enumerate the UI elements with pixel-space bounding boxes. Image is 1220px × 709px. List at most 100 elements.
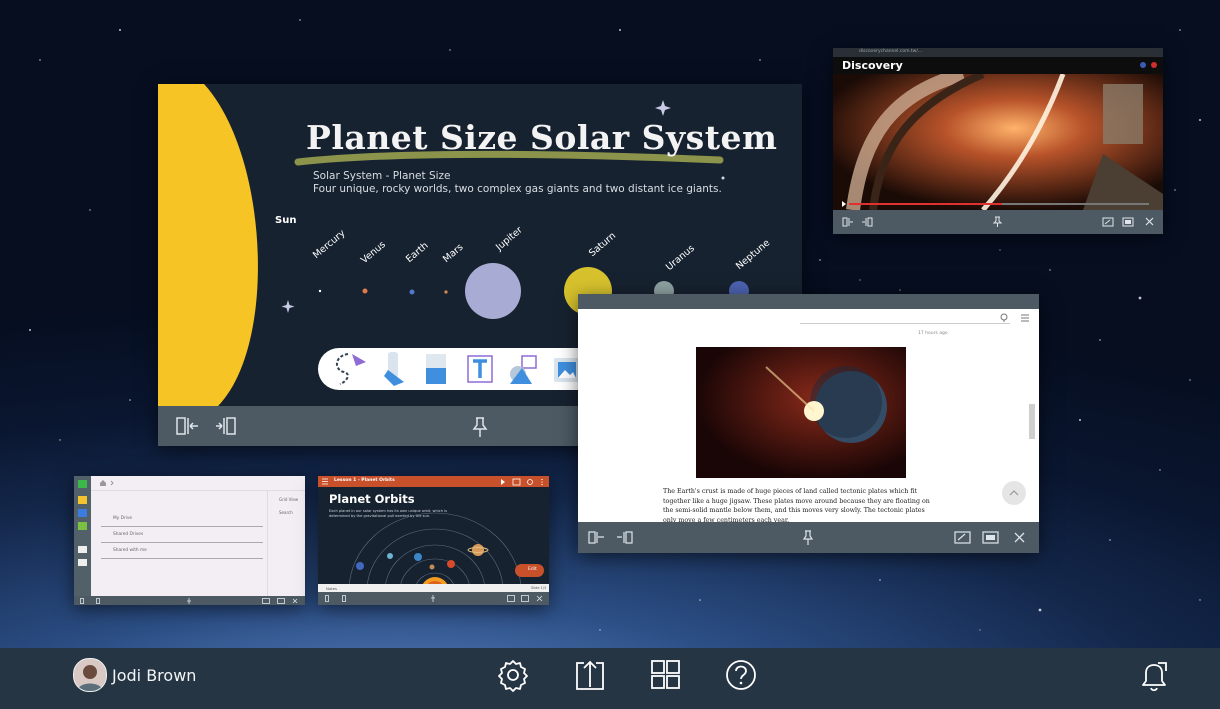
- snap-left-icon[interactable]: [588, 531, 605, 544]
- scrollbar[interactable]: [1029, 404, 1035, 439]
- restore-icon[interactable]: [262, 598, 270, 604]
- snap-left-icon[interactable]: [325, 595, 333, 602]
- progress-fill: [849, 203, 1002, 205]
- notes-label: Notes: [326, 585, 337, 591]
- app-rail: [74, 476, 91, 596]
- select-tool-icon[interactable]: [336, 353, 366, 385]
- pen-tool-icon[interactable]: [384, 352, 404, 386]
- edit-button[interactable]: Edit: [515, 564, 544, 577]
- list-item-label: My Drive: [113, 516, 133, 521]
- pin-icon[interactable]: [471, 416, 489, 438]
- planet-earth: [409, 289, 415, 295]
- snap-right-icon[interactable]: [92, 598, 100, 604]
- slide-counter: Slide 1/3: [531, 585, 547, 590]
- breadcrumb: [91, 476, 305, 491]
- list-item[interactable]: My Drive: [101, 513, 263, 527]
- pin-icon[interactable]: [993, 216, 1002, 228]
- avatar[interactable]: [73, 658, 107, 692]
- share-icon: [527, 479, 533, 485]
- browser-toolbar: discoverychannel.com.tw/...: [833, 48, 1163, 57]
- planet-orbits-window[interactable]: Lesson 1 - Planet Orbits Planet Orbits E…: [318, 476, 549, 605]
- lesson-actions: [501, 478, 543, 486]
- edit-icon: [512, 478, 521, 486]
- snap-right-icon[interactable]: [338, 595, 346, 602]
- search-bar[interactable]: [800, 313, 1010, 324]
- snap-right-icon[interactable]: [861, 217, 873, 227]
- text-tool-icon[interactable]: [467, 355, 493, 383]
- slide-subtitle: Solar System - Planet Size: [313, 170, 451, 182]
- facebook-icon[interactable]: [1140, 62, 1146, 68]
- settings-button[interactable]: [490, 655, 536, 701]
- fullscreen-icon[interactable]: [277, 598, 285, 604]
- snap-right-icon[interactable]: [214, 417, 238, 435]
- snap-right-icon[interactable]: [616, 531, 633, 544]
- eraser-tool-icon[interactable]: [426, 354, 446, 384]
- slide-title: Planet Size Solar System: [306, 118, 778, 157]
- help-button[interactable]: [718, 655, 764, 701]
- grid-view-button[interactable]: Grid View: [279, 497, 298, 502]
- close-icon[interactable]: [1014, 532, 1025, 543]
- upload-icon: [576, 660, 604, 690]
- menu-icon[interactable]: [321, 478, 329, 485]
- address-bar[interactable]: discoverychannel.com.tw/...: [859, 49, 922, 54]
- lesson-title: Lesson 1 - Planet Orbits: [334, 478, 395, 483]
- drive-window[interactable]: My Drive Shared Drives Shared with me Gr…: [74, 476, 305, 605]
- list-icon[interactable]: [78, 546, 87, 553]
- fullscreen-icon[interactable]: [982, 531, 999, 544]
- article-window[interactable]: 17 hours ago The Earth's crust is made o…: [578, 294, 1039, 553]
- pin-icon[interactable]: [430, 594, 436, 603]
- pin-icon[interactable]: [186, 597, 192, 605]
- discovery-logo: Discovery: [842, 59, 903, 72]
- restore-icon[interactable]: [1102, 217, 1114, 227]
- window-control-bar: [833, 210, 1163, 234]
- search-icon[interactable]: [999, 313, 1009, 323]
- list-item-label: Shared with me: [113, 548, 147, 553]
- restore-icon[interactable]: [507, 595, 515, 602]
- snap-left-icon[interactable]: [842, 217, 854, 227]
- edit-label: Edit: [528, 567, 537, 572]
- window-grid-button[interactable]: [642, 655, 688, 701]
- window-control-bar: [74, 596, 305, 605]
- scroll-top-button[interactable]: [1002, 481, 1026, 505]
- list-item[interactable]: Shared with me: [101, 545, 263, 559]
- planet-jupiter: [465, 263, 521, 319]
- list-item[interactable]: Shared Drives: [101, 529, 263, 543]
- user-name[interactable]: Jodi Brown: [112, 666, 196, 685]
- snap-left-icon[interactable]: [176, 417, 200, 435]
- planet-mars: [444, 290, 448, 294]
- chevron-up-icon: [1009, 490, 1019, 496]
- close-icon[interactable]: [1145, 217, 1154, 226]
- window-control-bar: [578, 522, 1039, 553]
- search-button[interactable]: Search: [279, 510, 293, 515]
- home-icon[interactable]: [99, 479, 115, 487]
- share-screen-button[interactable]: [567, 655, 613, 701]
- planet-mercury: [318, 289, 322, 293]
- fullscreen-icon[interactable]: [521, 595, 529, 602]
- onedrive-icon[interactable]: [78, 509, 87, 517]
- notes-bar[interactable]: Notes Slide 1/3: [318, 584, 549, 592]
- youtube-icon[interactable]: [1151, 62, 1157, 68]
- snap-left-icon[interactable]: [80, 598, 88, 604]
- menu-icon[interactable]: [1020, 314, 1030, 322]
- restore-icon[interactable]: [954, 531, 971, 544]
- article-body: The Earth's crust is made of huge pieces…: [663, 488, 930, 524]
- list-item-label: Shared Drives: [113, 532, 144, 537]
- image-tool-icon[interactable]: [554, 358, 580, 382]
- bell-icon: [1142, 662, 1167, 692]
- video-player[interactable]: [833, 74, 1163, 210]
- discovery-window[interactable]: discoverychannel.com.tw/... Discovery: [833, 48, 1163, 234]
- sun-label: Sun: [275, 215, 297, 226]
- cloud-icon[interactable]: [78, 559, 87, 566]
- close-icon[interactable]: [292, 598, 298, 604]
- close-icon[interactable]: [536, 595, 543, 602]
- fullscreen-icon[interactable]: [1122, 217, 1134, 227]
- shapes-tool-icon[interactable]: [510, 355, 537, 384]
- files-icon[interactable]: [78, 480, 87, 488]
- pin-icon[interactable]: [802, 530, 814, 546]
- notifications-button[interactable]: [1131, 655, 1177, 701]
- sun-shape: [158, 84, 258, 406]
- earth-image: [696, 347, 906, 478]
- window-title-strip: [578, 294, 1039, 309]
- storage-icon[interactable]: [78, 522, 87, 530]
- drive-icon[interactable]: [78, 496, 87, 504]
